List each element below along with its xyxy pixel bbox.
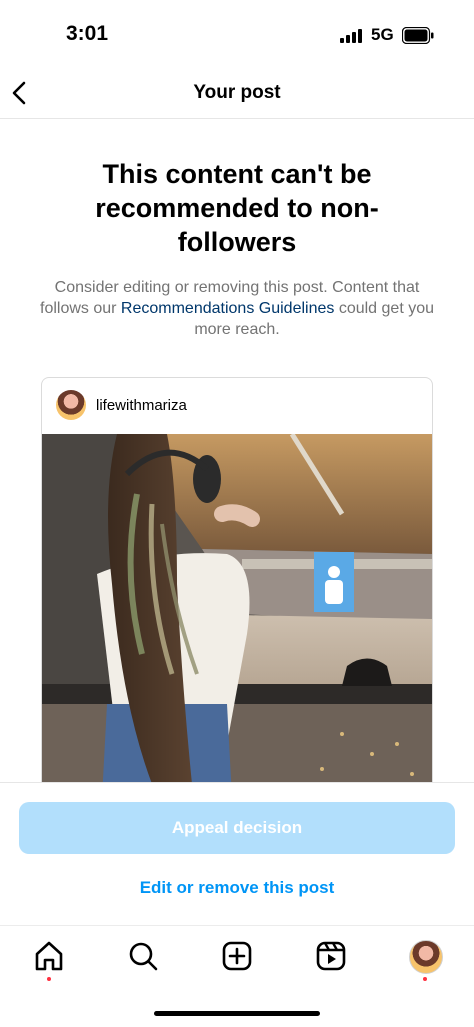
notice-headline: This content can't be recommended to non… (95, 159, 379, 257)
home-icon (35, 941, 63, 971)
post-username[interactable]: lifewithmariza (96, 397, 187, 414)
create-icon (222, 941, 252, 971)
reels-icon (316, 941, 346, 971)
notice-description: Consider editing or removing this post. … (30, 277, 444, 340)
post-image[interactable] (42, 434, 432, 798)
nav-header: Your post (0, 70, 474, 119)
battery-icon (402, 27, 434, 44)
status-time: 3:01 (66, 22, 109, 45)
tab-profile-avatar[interactable] (409, 940, 443, 974)
status-bar: 3:01 5G (0, 0, 474, 70)
post-card: lifewithmariza (41, 377, 433, 799)
edit-or-remove-link[interactable]: Edit or remove this post (0, 878, 474, 898)
home-notification-dot (47, 977, 51, 981)
tab-home[interactable] (31, 938, 67, 974)
signal-icon (340, 29, 362, 43)
post-photo (42, 434, 432, 798)
post-header: lifewithmariza (42, 378, 432, 434)
network-label: 5G (371, 25, 394, 44)
page-title: Your post (193, 82, 281, 103)
tab-reels[interactable] (313, 938, 349, 974)
tab-search[interactable] (125, 938, 161, 974)
tabbar-divider (0, 925, 474, 926)
tab-create[interactable] (219, 938, 255, 974)
divider (0, 782, 474, 783)
search-icon (129, 942, 158, 971)
recommendations-guidelines-link[interactable]: Recommendations Guidelines (121, 300, 334, 317)
appeal-decision-button[interactable]: Appeal decision (19, 802, 455, 854)
home-indicator (154, 1011, 320, 1016)
avatar[interactable] (56, 390, 86, 420)
profile-notification-dot (423, 977, 427, 981)
